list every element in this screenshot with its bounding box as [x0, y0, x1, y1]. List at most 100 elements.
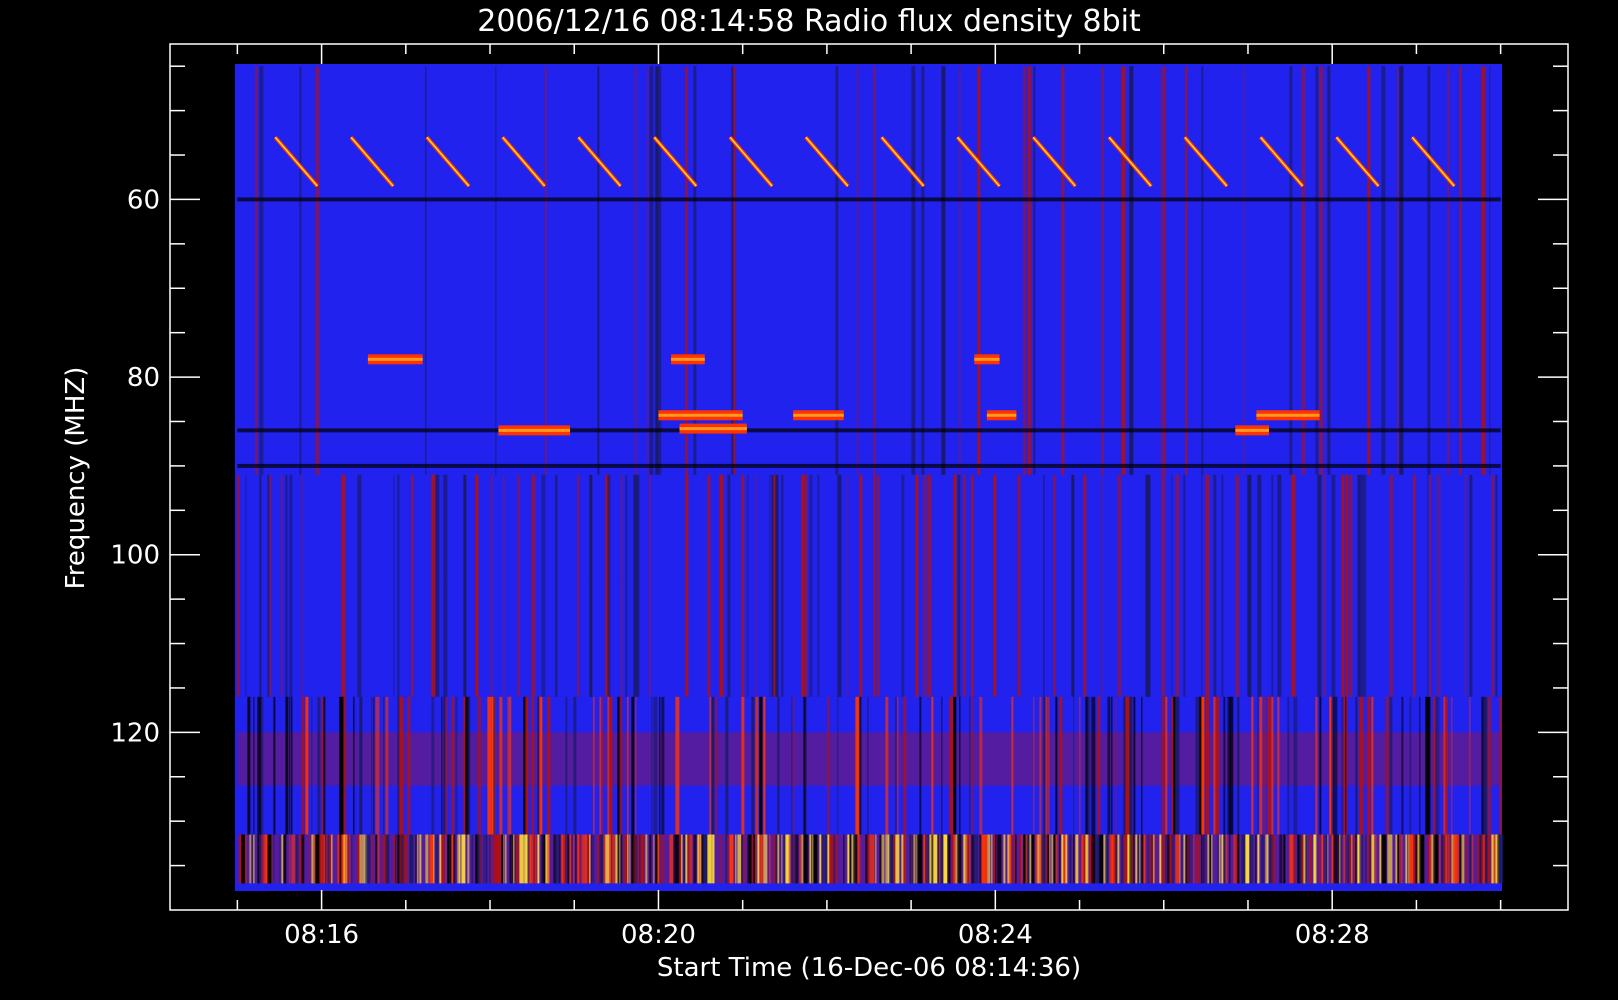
- spectrogram-stripe: [895, 834, 900, 884]
- spectrogram-stripe: [245, 474, 247, 697]
- spectrogram-stripe: [411, 474, 414, 697]
- spectrogram-stripe: [1115, 834, 1118, 884]
- spectrogram-stripe: [1053, 474, 1056, 697]
- spectrogram-stripe: [1107, 696, 1111, 835]
- y-tick-label: 100: [110, 541, 160, 571]
- spectrogram-stripe: [1453, 834, 1458, 884]
- spectrogram-stripe: [571, 834, 573, 884]
- spectrogram-stripe: [1309, 834, 1312, 884]
- spectrogram-stripe: [291, 696, 293, 835]
- spectrogram-stripe: [925, 474, 927, 697]
- spectrogram-stripe: [1493, 834, 1496, 884]
- spectrogram-stripe: [343, 696, 347, 835]
- spectrogram-stripe: [777, 834, 780, 884]
- spectrogram-stripe: [1319, 66, 1323, 475]
- spectrogram-stripe: [635, 834, 638, 884]
- spectrogram-stripe: [1021, 834, 1023, 884]
- spectrogram-stripe: [1487, 834, 1490, 884]
- spectrogram-stripe: [459, 834, 461, 884]
- spectrogram-stripe: [775, 834, 778, 884]
- spectrogram-stripe: [251, 834, 254, 884]
- spectrogram-stripe: [575, 834, 577, 884]
- spectrogram-stripe: [491, 474, 493, 697]
- spectrogram-stripe: [1339, 834, 1341, 884]
- spectrogram-stripe: [1385, 834, 1387, 884]
- spectrogram-stripe: [703, 834, 706, 884]
- spectrogram-stripe: [517, 474, 520, 697]
- spectrogram-stripe: [781, 474, 784, 697]
- spectrogram-stripe: [709, 696, 712, 835]
- spectrogram-stripe: [1219, 834, 1221, 884]
- spectrogram-stripe: [1179, 834, 1181, 884]
- spectrogram-stripe: [959, 66, 961, 475]
- spectrogram-stripe: [397, 474, 400, 697]
- spectrogram-stripe: [435, 834, 439, 884]
- spectrogram-stripe: [1401, 834, 1403, 884]
- spectrogram-stripe: [1437, 696, 1440, 835]
- spectrogram-stripe: [1361, 834, 1364, 884]
- spectrogram-stripe: [1399, 66, 1404, 475]
- spectrogram-stripe: [1265, 834, 1268, 884]
- spectrogram-stripe: [1079, 696, 1081, 835]
- spectrogram-stripe: [1171, 834, 1175, 884]
- spectrogram-stripe: [651, 696, 653, 835]
- spectrogram-stripe: [245, 834, 247, 884]
- spectrogram-stripe: [1165, 696, 1168, 835]
- spectrogram-stripe: [1161, 474, 1166, 697]
- spectrogram-stripe: [1175, 696, 1180, 835]
- spectrogram-stripe: [1407, 834, 1409, 884]
- spectrogram-stripe: [537, 696, 540, 835]
- spectrogram-stripe: [271, 834, 273, 884]
- spectrogram-stripe: [1271, 474, 1274, 697]
- spectrogram-stripe: [431, 834, 434, 884]
- spectrogram-stripe: [1201, 66, 1204, 475]
- spectrogram-stripe: [569, 834, 572, 884]
- spectrogram-stripe: [477, 696, 482, 835]
- spectrogram-stripe: [1033, 66, 1036, 475]
- emission-segment-core: [986, 413, 1017, 417]
- spectrogram-stripe: [1359, 474, 1364, 697]
- spectrogram-stripe: [1115, 696, 1117, 835]
- spectrogram-stripe: [661, 696, 665, 835]
- spectrogram-stripe: [445, 834, 447, 884]
- spectrogram-stripe: [1161, 696, 1166, 835]
- spectrogram-stripe: [579, 834, 581, 884]
- spectrogram-stripe: [317, 696, 321, 835]
- spectrogram-stripe: [409, 834, 414, 884]
- spectrogram-stripe: [915, 474, 919, 697]
- spectrogram-stripe: [1073, 696, 1075, 835]
- spectrogram-stripe: [539, 696, 543, 835]
- spectrogram-stripe: [969, 696, 971, 835]
- spectrogram-stripe: [1267, 834, 1269, 884]
- spectrogram-stripe: [1165, 834, 1168, 884]
- spectrogram-stripe: [727, 834, 729, 884]
- spectrogram-stripe: [1263, 696, 1266, 835]
- spectrogram-stripe: [565, 834, 567, 884]
- spectrogram-stripe: [1293, 696, 1298, 835]
- spectrogram-stripe: [1091, 696, 1096, 835]
- spectrogram-stripe: [625, 474, 628, 697]
- spectrogram-stripe: [573, 696, 577, 835]
- spectrogram-stripe: [1291, 474, 1296, 697]
- spectrogram-stripe: [859, 834, 861, 884]
- spectrogram-stripe: [1313, 834, 1316, 884]
- spectrogram-stripe: [1243, 834, 1245, 884]
- spectrogram-stripe: [953, 696, 957, 835]
- spectrogram-stripe: [1243, 66, 1245, 475]
- spectrogram-stripe: [815, 834, 818, 884]
- spectrogram-stripe: [1211, 834, 1213, 884]
- emission-segment-core: [679, 427, 747, 431]
- spectrogram-stripe: [1055, 834, 1058, 884]
- spectrogram-stripe: [357, 474, 362, 697]
- spectrogram-stripe: [1359, 834, 1361, 884]
- spectrogram-stripe: [661, 834, 665, 884]
- spectrogram-stripe: [593, 696, 595, 835]
- spectrogram-stripe: [1495, 474, 1498, 697]
- spectrogram-stripe: [631, 696, 635, 835]
- spectrogram-stripe: [725, 834, 728, 884]
- spectrogram-stripe: [1159, 834, 1162, 884]
- spectrogram-stripe: [883, 834, 885, 884]
- spectrogram-stripe: [443, 696, 446, 835]
- spectrogram-stripe: [839, 474, 841, 697]
- spectrogram-stripe: [1345, 474, 1349, 697]
